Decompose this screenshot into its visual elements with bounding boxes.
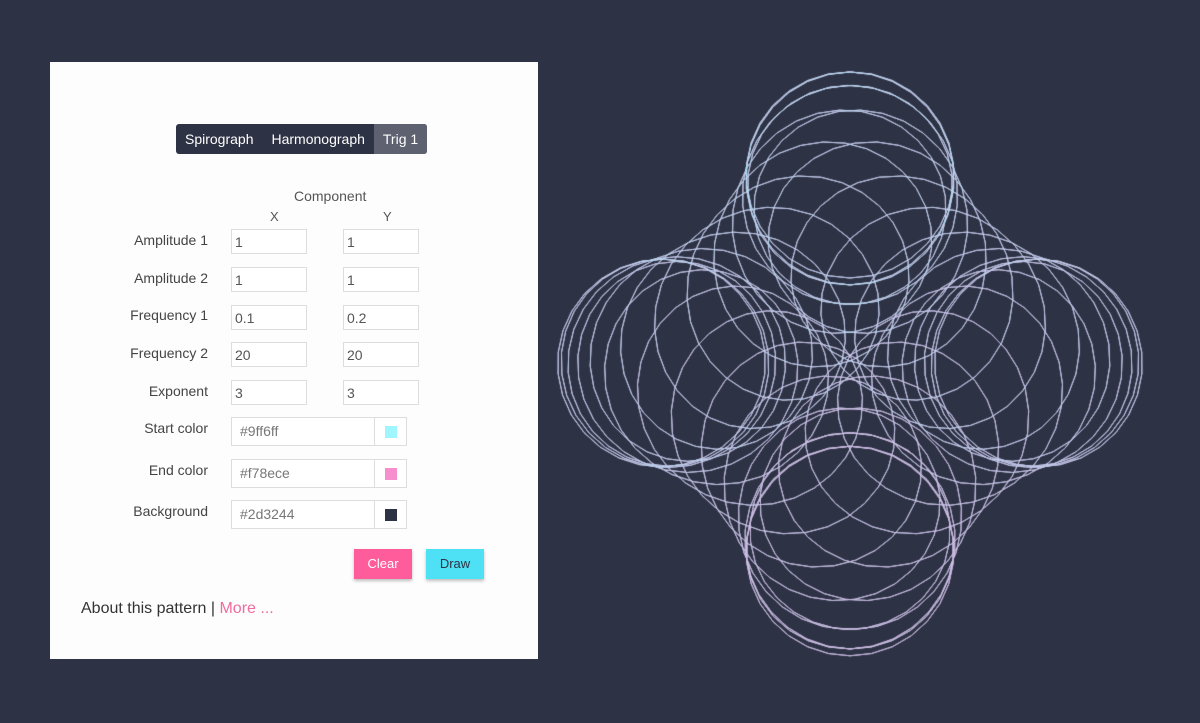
- end-color-label: End color: [148, 462, 208, 478]
- pattern-tabs: Spirograph Harmonograph Trig 1: [176, 124, 428, 154]
- pattern-canvas: [545, 58, 1155, 668]
- x-column-label: X: [270, 209, 279, 224]
- frequency-2-x-input[interactable]: [231, 342, 307, 367]
- about-pattern: About this pattern | More ...: [81, 600, 274, 618]
- tab-spirograph[interactable]: Spirograph: [176, 124, 263, 154]
- end-color-input[interactable]: #f78ece: [231, 459, 375, 488]
- exponent-x-input[interactable]: [231, 380, 307, 405]
- amplitude-2-x-input[interactable]: [231, 267, 307, 292]
- frequency-2-y-input[interactable]: [343, 342, 419, 367]
- frequency-2-label: Frequency 2: [130, 345, 208, 361]
- frequency-1-x-input[interactable]: [231, 305, 307, 330]
- amplitude-2-label: Amplitude 2: [134, 270, 208, 286]
- about-text: About this pattern |: [81, 600, 216, 617]
- end-color-picker[interactable]: [375, 459, 407, 488]
- end-color-swatch: [385, 468, 397, 480]
- amplitude-1-label: Amplitude 1: [134, 232, 208, 248]
- component-heading: Component: [294, 188, 367, 204]
- start-color-picker[interactable]: [375, 417, 407, 446]
- background-color-picker[interactable]: [375, 500, 407, 529]
- clear-button[interactable]: Clear: [354, 549, 412, 579]
- background-label: Background: [133, 503, 208, 519]
- frequency-1-y-input[interactable]: [343, 305, 419, 330]
- amplitude-2-y-input[interactable]: [343, 267, 419, 292]
- start-color-label: Start color: [144, 420, 208, 436]
- exponent-y-input[interactable]: [343, 380, 419, 405]
- exponent-label: Exponent: [148, 383, 208, 399]
- start-color-swatch: [385, 426, 397, 438]
- draw-button[interactable]: Draw: [426, 549, 484, 579]
- amplitude-1-x-input[interactable]: [231, 229, 307, 254]
- tab-trig-1[interactable]: Trig 1: [373, 124, 428, 154]
- background-color-input[interactable]: #2d3244: [231, 500, 375, 529]
- settings-panel: Spirograph Harmonograph Trig 1 Component…: [50, 62, 538, 659]
- frequency-1-label: Frequency 1: [130, 307, 208, 323]
- start-color-input[interactable]: #9ff6ff: [231, 417, 375, 446]
- more-link[interactable]: More ...: [219, 600, 273, 617]
- background-color-swatch: [385, 509, 397, 521]
- y-column-label: Y: [383, 209, 392, 224]
- tab-harmonograph[interactable]: Harmonograph: [263, 124, 374, 154]
- amplitude-1-y-input[interactable]: [343, 229, 419, 254]
